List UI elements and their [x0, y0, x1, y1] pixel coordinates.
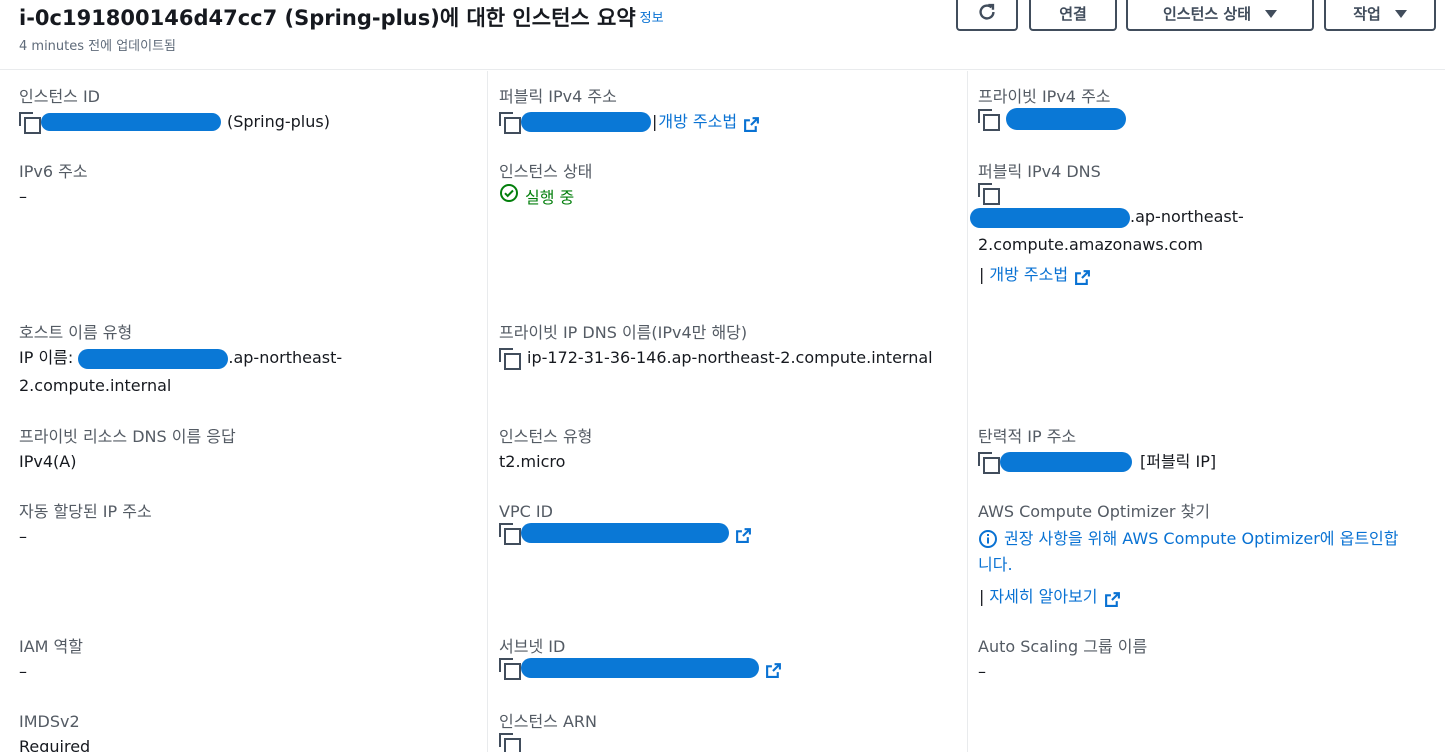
- field-value: –: [19, 662, 27, 681]
- field-label: Auto Scaling 그룹 이름: [978, 637, 1148, 656]
- field-imdsv2: IMDSv2 Required: [19, 711, 90, 752]
- field-label: 인스턴스 ARN: [499, 712, 597, 731]
- info-icon: [978, 529, 998, 549]
- field-iam-role: IAM 역할 –: [19, 636, 83, 686]
- field-label: 퍼블릭 IPv4 DNS: [978, 162, 1101, 181]
- redacted-text: [521, 523, 729, 543]
- copy-icon[interactable]: [499, 348, 521, 370]
- field-instance-id: 인스턴스 ID (Spring-plus): [19, 86, 330, 136]
- field-vpc-id: VPC ID: [499, 501, 752, 545]
- field-instance-type: 인스턴스 유형 t2.micro: [499, 426, 592, 476]
- field-label: 자동 할당된 IP 주소: [19, 502, 152, 521]
- field-value: ip-172-31-36-146.ap-northeast-2.compute.…: [527, 348, 933, 367]
- last-updated-text: 4 minutes 전에 업데이트됨: [19, 39, 177, 54]
- redacted-text: [521, 112, 651, 132]
- field-private-dns: 프라이빗 IP DNS 이름(IPv4만 해당) ip-172-31-36-14…: [499, 322, 933, 372]
- refresh-button[interactable]: [956, 0, 1018, 31]
- copy-icon[interactable]: [978, 452, 1000, 474]
- field-auto-ip: 자동 할당된 IP 주소 –: [19, 501, 152, 551]
- learn-more-link[interactable]: 자세히 알아보기: [989, 583, 1097, 611]
- external-link-icon[interactable]: [765, 660, 782, 678]
- field-label: IMDSv2: [19, 712, 80, 731]
- field-value: –: [19, 527, 27, 546]
- field-label: 서브넷 ID: [499, 637, 566, 656]
- actions-button[interactable]: 작업: [1324, 0, 1436, 31]
- page-title: i-0c191800146d47cc7 (Spring-plus)에 대한 인스…: [19, 6, 664, 30]
- open-address-link[interactable]: 개방 주소법: [658, 108, 737, 136]
- field-label: 탄력적 IP 주소: [978, 427, 1077, 446]
- field-value: t2.micro: [499, 452, 566, 471]
- caret-down-icon: [1394, 9, 1407, 18]
- field-public-dns: 퍼블릭 IPv4 DNS .ap-northeast- 2.compute.am…: [970, 161, 1244, 289]
- field-instance-arn: 인스턴스 ARN: [499, 711, 597, 752]
- field-label: 인스턴스 ID: [19, 87, 101, 106]
- redacted-text: [521, 658, 759, 678]
- status-running: 실행 중: [499, 183, 592, 212]
- optimizer-message-line2[interactable]: 니다.: [978, 551, 1398, 579]
- open-address-link[interactable]: 개방 주소법: [989, 261, 1068, 289]
- field-instance-state: 인스턴스 상태 실행 중: [499, 161, 592, 212]
- field-resource-dns: 프라이빗 리소스 DNS 이름 응답 IPv4(A): [19, 426, 236, 476]
- external-link-icon: [743, 114, 760, 132]
- field-label: IAM 역할: [19, 637, 83, 656]
- field-label: 프라이빗 리소스 DNS 이름 응답: [19, 427, 236, 446]
- redacted-text: [970, 207, 1130, 228]
- caret-down-icon: [1265, 9, 1278, 18]
- info-link[interactable]: 정보: [640, 11, 664, 26]
- field-label: 프라이빗 IPv4 주소: [978, 87, 1111, 106]
- field-asg-name: Auto Scaling 그룹 이름 –: [978, 636, 1147, 686]
- field-ipv6: IPv6 주소 –: [19, 161, 88, 211]
- copy-icon[interactable]: [499, 658, 521, 680]
- copy-icon[interactable]: [499, 112, 521, 134]
- copy-icon[interactable]: [19, 112, 41, 134]
- copy-icon[interactable]: [978, 109, 1000, 131]
- check-circle-icon: [499, 183, 519, 212]
- external-link-icon: [1074, 267, 1091, 285]
- field-subnet-id: 서브넷 ID: [499, 636, 782, 680]
- page-header: i-0c191800146d47cc7 (Spring-plus)에 대한 인스…: [0, 0, 1445, 70]
- field-label: 인스턴스 상태: [499, 162, 593, 181]
- field-private-ipv4: 프라이빗 IPv4 주소: [978, 86, 1126, 131]
- copy-icon[interactable]: [978, 183, 1000, 205]
- field-value: Required: [19, 737, 91, 752]
- field-value: –: [978, 662, 986, 681]
- field-label: IPv6 주소: [19, 162, 88, 181]
- field-elastic-ip: 탄력적 IP 주소 [퍼블릭 IP]: [978, 427, 1217, 474]
- field-label: VPC ID: [499, 502, 553, 521]
- field-compute-optimizer: AWS Compute Optimizer 찾기 권장 사항을 위해 AWS C…: [978, 501, 1398, 611]
- field-label: 프라이빗 IP DNS 이름(IPv4만 해당): [499, 323, 748, 342]
- redacted-text: [1000, 452, 1132, 472]
- instance-name: (Spring-plus): [227, 112, 330, 131]
- redacted-text: [1006, 108, 1126, 130]
- field-label: 퍼블릭 IPv4 주소: [499, 87, 617, 106]
- field-label: 인스턴스 유형: [499, 427, 593, 446]
- field-value: –: [19, 187, 27, 206]
- field-public-ipv4: 퍼블릭 IPv4 주소 | 개방 주소법: [499, 86, 760, 136]
- external-link-icon: [1104, 589, 1121, 607]
- copy-icon[interactable]: [499, 733, 521, 752]
- column-divider: [487, 71, 488, 752]
- external-link-icon[interactable]: [735, 525, 752, 543]
- redacted-text: [41, 113, 221, 131]
- redacted-text: [78, 348, 229, 369]
- instance-state-button[interactable]: 인스턴스 상태: [1126, 0, 1314, 31]
- field-label: 호스트 이름 유형: [19, 323, 133, 342]
- field-value: IPv4(A): [19, 452, 77, 471]
- field-hostname-type: 호스트 이름 유형 IP 이름: .ap-northeast- 2.comput…: [19, 323, 343, 395]
- optimizer-message[interactable]: 권장 사항을 위해 AWS Compute Optimizer에 옵트인합: [1004, 525, 1398, 553]
- connect-button[interactable]: 연결: [1029, 0, 1117, 31]
- refresh-icon: [976, 1, 998, 27]
- field-label: AWS Compute Optimizer 찾기: [978, 502, 1211, 521]
- copy-icon[interactable]: [499, 523, 521, 545]
- column-divider: [967, 71, 968, 752]
